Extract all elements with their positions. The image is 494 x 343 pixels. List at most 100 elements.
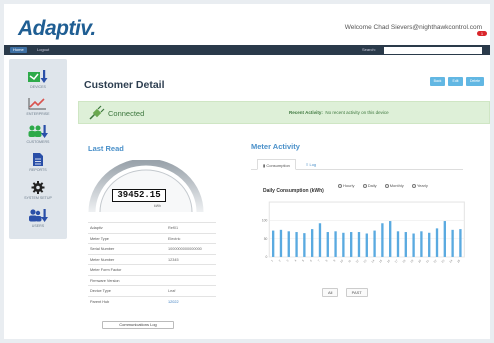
chart-bar[interactable] — [428, 232, 431, 257]
x-tick-label: 6 — [309, 258, 313, 262]
chart-bar[interactable] — [342, 232, 345, 257]
x-tick-label: 2 — [278, 258, 282, 262]
y-tick-label: 50 — [264, 237, 268, 241]
radio-daily[interactable]: Daily — [362, 183, 377, 188]
radio-yearly[interactable]: Yearly — [411, 183, 428, 188]
tab-consumption[interactable]: ▮ Consumption — [257, 159, 296, 170]
tab-log[interactable]: ≡ Log — [301, 159, 321, 170]
chart-bar[interactable] — [357, 232, 361, 257]
search-label: Search: — [362, 47, 376, 52]
info-key: Firmware Version — [90, 278, 120, 283]
info-row: Parent Hub 12022 — [88, 295, 216, 307]
chart-bar[interactable] — [365, 233, 368, 257]
sidebar-item-customers[interactable]: CUSTOMERS — [9, 122, 67, 146]
users-icon — [29, 209, 48, 222]
chart-bar[interactable] — [310, 229, 314, 257]
device-info-table: Adaptiv Ref01 Meter Type Electric Serial Num… — [88, 222, 216, 306]
welcome-text: Welcome Chad Sievers@nighthawkcontrol.co… — [344, 24, 482, 31]
x-tick-label: 15 — [378, 258, 383, 263]
chart-bar[interactable] — [420, 231, 423, 257]
chart-bar[interactable] — [412, 233, 415, 257]
meter-activity-title: Meter Activity — [251, 142, 300, 151]
document-icon — [33, 153, 43, 166]
parent-hub-link[interactable]: 12022 — [168, 297, 179, 307]
edit-button[interactable]: Edit — [448, 77, 463, 86]
connection-status-bar: Connected Recent Activity: No recent act… — [78, 101, 490, 124]
info-value: 1000000000000000 — [168, 247, 202, 251]
chart-bar[interactable] — [295, 232, 298, 257]
info-key: Adaptiv — [90, 226, 103, 230]
customers-icon — [28, 125, 48, 138]
sidebar-item-label: CUSTOMERS — [26, 140, 50, 144]
logout-link[interactable]: Logout — [34, 47, 52, 53]
chart-bar[interactable] — [435, 228, 439, 257]
recent-activity: Recent Activity: No recent activity on t… — [289, 110, 389, 115]
sidebar-item-system-setup[interactable]: SYSTEM SETUP — [9, 178, 67, 202]
info-row: Device Type Leaf — [88, 285, 216, 296]
chart-bar[interactable] — [373, 230, 376, 257]
last-read-title: Last Read — [88, 144, 124, 153]
chart-bar[interactable] — [303, 233, 306, 257]
notification-badge[interactable]: 1 — [477, 31, 487, 36]
chart-bar[interactable] — [396, 231, 400, 257]
radio-monthly[interactable]: Monthly — [384, 183, 404, 188]
adaptiv-logo[interactable]: Adaptiv. — [18, 17, 96, 41]
chart-bar[interactable] — [326, 232, 329, 257]
bar-chart-icon: ▮ — [263, 163, 266, 168]
x-tick-label: 21 — [425, 258, 430, 263]
chart-bar[interactable] — [451, 229, 454, 257]
sidebar-item-label: SYSTEM SETUP — [24, 196, 52, 200]
chart-bar[interactable] — [287, 231, 290, 257]
pager-past-button[interactable]: PAST — [345, 288, 368, 297]
x-tick-label: 16 — [386, 258, 391, 263]
delete-button[interactable]: Delete — [466, 77, 484, 86]
info-key: Meter Number — [90, 257, 115, 262]
home-button[interactable]: Home — [10, 47, 27, 53]
radio-label: Yearly — [416, 183, 428, 188]
x-tick-label: 25 — [456, 258, 461, 263]
x-tick-label: 3 — [286, 258, 290, 262]
sidebar-item-label: USERS — [31, 224, 45, 228]
tab-label: Log — [309, 162, 317, 167]
meter-activity-tabs: ▮ Consumption ≡ Log — [251, 159, 463, 170]
sidebar-item-label: ENTERPRISE — [26, 112, 50, 116]
search-input[interactable] — [384, 46, 482, 54]
back-button[interactable]: Back — [430, 77, 445, 86]
info-row: Firmware Version — [88, 274, 216, 286]
pager-all-button[interactable]: All — [322, 288, 339, 297]
plug-icon — [89, 105, 105, 120]
recent-activity-label: Recent Activity: — [289, 110, 323, 115]
sidebar-item-enterprise[interactable]: ENTERPRISE — [9, 94, 67, 118]
x-tick-label: 19 — [409, 258, 414, 263]
chart-bar[interactable] — [443, 221, 446, 257]
radio-label: Hourly — [343, 183, 355, 188]
sidebar-item-label: REPORTS — [29, 168, 47, 172]
chart-bar[interactable] — [350, 232, 353, 257]
chart-bar[interactable] — [334, 231, 337, 257]
sidebar-item-devices[interactable]: DEVICES — [9, 67, 67, 91]
radio-hourly[interactable]: Hourly — [338, 183, 355, 188]
info-row: Adaptiv Ref01 — [88, 222, 216, 233]
sidebar-item-reports[interactable]: REPORTS — [9, 150, 67, 174]
info-row: Meter Form Factor — [88, 264, 216, 275]
x-tick-label: 10 — [339, 258, 344, 263]
chart-bar[interactable] — [389, 221, 392, 257]
sidebar-item-users[interactable]: USERS — [9, 206, 67, 230]
chart-bar[interactable] — [404, 232, 407, 257]
meter-gauge — [88, 160, 204, 212]
chart-bar[interactable] — [459, 229, 462, 257]
list-icon: ≡ — [306, 162, 309, 167]
top-navbar: Home Logout Search: — [4, 45, 490, 55]
gear-icon — [31, 181, 45, 194]
chart-bar[interactable] — [318, 223, 322, 257]
line-chart-icon — [28, 98, 46, 110]
chart-bar[interactable] — [279, 229, 283, 257]
last-read-unit: kWh — [154, 204, 161, 208]
device-arrow-icon — [28, 70, 48, 83]
chart-bar[interactable] — [381, 223, 384, 257]
info-key: Meter Type — [90, 236, 109, 241]
info-row: Meter Number 12345 — [88, 253, 216, 265]
chart-bar[interactable] — [271, 230, 275, 257]
chart-title: Daily Consumption (kWh) — [263, 188, 324, 194]
communications-log-button[interactable]: Communications Log — [102, 321, 174, 329]
